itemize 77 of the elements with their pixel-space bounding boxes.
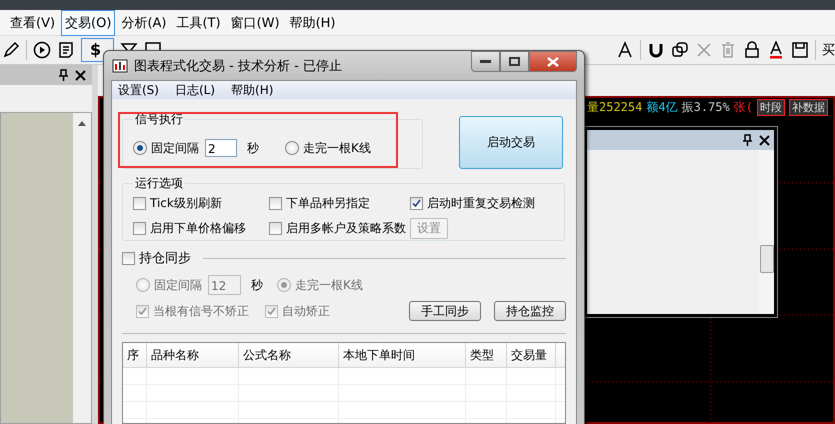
menu-item[interactable]: 查看(V) [6,10,60,36]
document-icon[interactable] [57,41,75,59]
quote-value: 张( [734,99,753,116]
menu-item[interactable]: 设置(S) [118,82,159,98]
checkbox[interactable] [133,197,146,210]
option-label: 启用多帐户及策略系数 [286,220,406,237]
copy-icon[interactable] [671,41,689,59]
column-header[interactable]: 类型 [466,343,507,367]
play-icon[interactable] [33,41,51,59]
menu-item[interactable]: 帮助(H) [286,10,340,36]
column-header[interactable]: 本地下单时间 [339,343,466,367]
pin-icon[interactable] [741,134,753,146]
option-label: 当根有信号不矫正 [153,302,249,320]
menu-item[interactable]: 交易(O) [61,10,116,36]
minimize-button[interactable] [471,51,500,72]
app-icon [112,58,128,74]
option-label: 走完一根K线 [295,276,363,294]
radio-button[interactable] [285,141,299,155]
column-header[interactable]: 公式名称 [239,343,339,367]
interval-field[interactable]: 12 [208,275,241,295]
scroll-up-icon[interactable] [78,121,86,126]
minimize-icon [480,60,491,64]
lock-icon[interactable] [743,41,761,59]
checkbox[interactable] [269,222,282,235]
unit-label: 秒 [251,276,263,294]
close-icon[interactable] [75,70,86,80]
menu-item[interactable]: 工具(T) [172,10,225,36]
option-label: 自动矫正 [282,302,330,320]
buy-button[interactable]: 买 [822,41,835,59]
text-tool-icon[interactable] [616,41,634,59]
interval-field[interactable]: 2 [205,139,237,157]
menu-item[interactable]: 帮助(H) [231,82,274,98]
radio-button[interactable] [133,141,147,155]
checkbox[interactable] [122,252,135,264]
column-header[interactable]: 品种名称 [147,343,239,367]
pencil-icon[interactable] [2,41,20,59]
column-header[interactable]: 交易量 [507,343,556,367]
magnet-icon[interactable] [647,41,665,59]
option-label: 固定间隔 [151,140,199,156]
close-button[interactable] [529,51,577,72]
quote-value: 额4亿 [646,99,678,116]
checkbox[interactable] [269,197,282,210]
option-label: 走完一根K线 [303,140,371,156]
quote-button[interactable]: 时段 [756,99,785,116]
quote-button[interactable]: 补数据 [788,99,828,116]
group-title: 运行选项 [134,175,184,192]
maximize-icon [509,57,520,66]
close-icon[interactable] [759,134,770,146]
column-header[interactable]: 序 [123,343,147,367]
option-label: 下单品种另指定 [286,195,370,212]
window-title: 图表程式化交易 - 技术分析 - 已停止 [134,58,342,74]
sync-button[interactable]: 手工同步 [409,301,481,321]
option-label: 固定间隔 [154,276,202,294]
quote-value: 量252254 [587,99,642,116]
quote-value: 振3.75% [682,99,730,116]
checkbox[interactable] [136,304,149,318]
option-label: 持仓同步 [139,250,191,267]
radio-button[interactable] [277,278,291,292]
font-color-icon[interactable] [767,41,785,59]
menu-item[interactable]: 分析(A) [117,10,170,36]
option-label: Tick级别刷新 [150,195,222,212]
menu-item[interactable]: 窗口(W) [226,10,284,36]
menu-item[interactable]: 日志(L) [174,82,216,98]
checkbox[interactable] [133,222,146,235]
maximize-button[interactable] [500,51,529,72]
option-label: 启动时重复交易检测 [427,195,535,212]
unit-label: 秒 [247,140,259,156]
close-icon [547,56,559,66]
checkbox[interactable] [410,197,423,210]
scrollbar[interactable] [759,150,774,314]
checkbox[interactable] [265,304,278,318]
pin-icon[interactable] [57,69,69,81]
sync-button[interactable]: 持仓监控 [494,301,566,321]
start-trading-button[interactable]: 启动交易 [459,116,563,169]
radio-button[interactable] [136,278,150,292]
save-icon[interactable] [791,41,809,59]
option-label: 启用下单价格偏移 [150,220,246,237]
